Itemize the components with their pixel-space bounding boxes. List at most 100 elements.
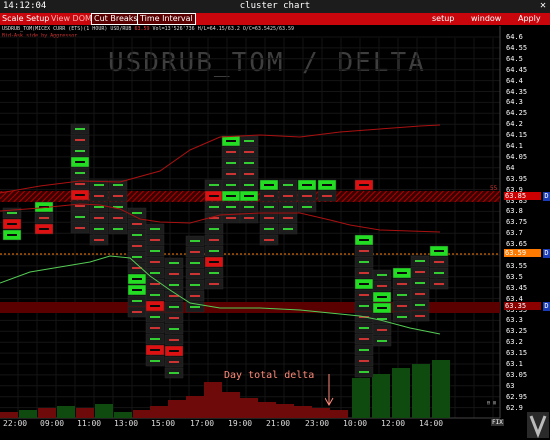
cluster-value (150, 261, 160, 263)
cluster-value (94, 228, 104, 230)
price-tick-label: 63.5 (506, 272, 523, 281)
cluster-value (150, 305, 160, 307)
cluster-value (132, 223, 142, 225)
cluster-value (397, 316, 407, 318)
cluster-value (359, 360, 369, 362)
cluster-value (190, 306, 200, 308)
delta-bar (240, 398, 258, 418)
price-tick-label: 63.15 (506, 349, 528, 358)
price-tick-label: 63 (506, 381, 515, 390)
delta-bar (412, 364, 430, 418)
cluster-value (244, 184, 254, 186)
cluster-value (359, 294, 369, 296)
scale-icons[interactable]: ▤ ▥ (487, 400, 496, 406)
delta-bar (0, 412, 18, 418)
cluster-value (264, 206, 274, 208)
cluster-value (244, 217, 254, 219)
price-tick-label: 64.1 (506, 142, 523, 150)
cluster-value (169, 273, 179, 275)
delta-bar (258, 402, 276, 418)
cluster-value (359, 283, 369, 285)
price-tick-label: 63.55 (506, 261, 528, 270)
cluster-value (209, 250, 219, 252)
cluster-value (150, 338, 160, 340)
delta-bar (432, 360, 450, 418)
cluster-value (244, 162, 254, 164)
delta-bar (312, 408, 330, 418)
cluster-value (94, 217, 104, 219)
price-tag: 63.59 (504, 249, 541, 257)
cluster-value (226, 217, 236, 219)
price-tick-label: 64.05 (506, 152, 528, 161)
cluster-value (94, 239, 104, 241)
cluster-value (397, 294, 407, 296)
delta-bar (150, 406, 168, 418)
cluster-value (132, 234, 142, 236)
day-total-delta-annotation: Day total delta (224, 370, 315, 381)
delta-bar (330, 410, 348, 418)
cluster-value (132, 300, 142, 302)
cluster-value (434, 261, 444, 263)
cluster-value (359, 338, 369, 340)
cluster-value (39, 228, 49, 230)
d-marker: D (543, 249, 550, 258)
cluster-value (244, 206, 254, 208)
price-tick-label: 64.55 (506, 43, 528, 52)
cluster-value (209, 239, 219, 241)
cluster-value (264, 195, 274, 197)
cluster-value (359, 349, 369, 351)
cluster-value (132, 289, 142, 291)
time-tick-label: 12:00 (381, 419, 406, 428)
delta-bar (95, 404, 113, 418)
price-tick-label: 64.3 (506, 98, 523, 107)
price-tick-label: 63.75 (506, 218, 528, 227)
cluster-value (434, 250, 444, 252)
cluster-value (322, 195, 332, 197)
cluster-value (113, 217, 123, 219)
cluster-value (113, 195, 123, 197)
cluster-value (244, 140, 254, 142)
delta-bar (38, 408, 56, 418)
cluster-value (75, 194, 85, 196)
fix-button[interactable]: FIX (491, 419, 504, 426)
cluster-value (244, 195, 254, 197)
cluster-value (415, 304, 425, 306)
cluster-value (94, 195, 104, 197)
delta-bar (222, 392, 240, 418)
price-tick-label: 63.2 (506, 338, 523, 347)
price-tick-label: 64.15 (506, 131, 528, 140)
time-tick-label: 11:00 (77, 419, 102, 428)
cluster-value (302, 184, 312, 186)
delta-bar (294, 406, 312, 418)
delta-bar (114, 412, 132, 418)
cluster-value (377, 274, 387, 276)
cluster-value (190, 284, 200, 286)
cluster-value (132, 245, 142, 247)
cluster-value (169, 361, 179, 363)
cluster-value (302, 195, 312, 197)
cluster-value (377, 329, 387, 331)
cluster-value (377, 296, 387, 298)
cluster-value (75, 161, 85, 163)
delta-bar (19, 410, 37, 418)
cluster-value (39, 217, 49, 219)
price-tick-label: 63.25 (506, 327, 528, 336)
cluster-value (264, 228, 274, 230)
cluster-value (397, 305, 407, 307)
d-marker: D (543, 302, 550, 311)
cluster-value (169, 262, 179, 264)
price-tick-label: 62.95 (506, 392, 528, 401)
price-tick-label: 64.35 (506, 87, 528, 96)
time-tick-label: 23:00 (305, 419, 330, 428)
price-tag: 63.35 (504, 302, 541, 310)
time-tick-label: 21:00 (266, 419, 291, 428)
cluster-value (359, 239, 369, 241)
price-tag: 63.85 (504, 192, 541, 200)
cluster-value (283, 206, 293, 208)
cluster-value (244, 173, 254, 175)
cluster-value (264, 184, 274, 186)
time-tick-label: 14:00 (419, 419, 444, 428)
cluster-value (150, 272, 160, 274)
cluster-value (226, 195, 236, 197)
cluster-value (169, 328, 179, 330)
